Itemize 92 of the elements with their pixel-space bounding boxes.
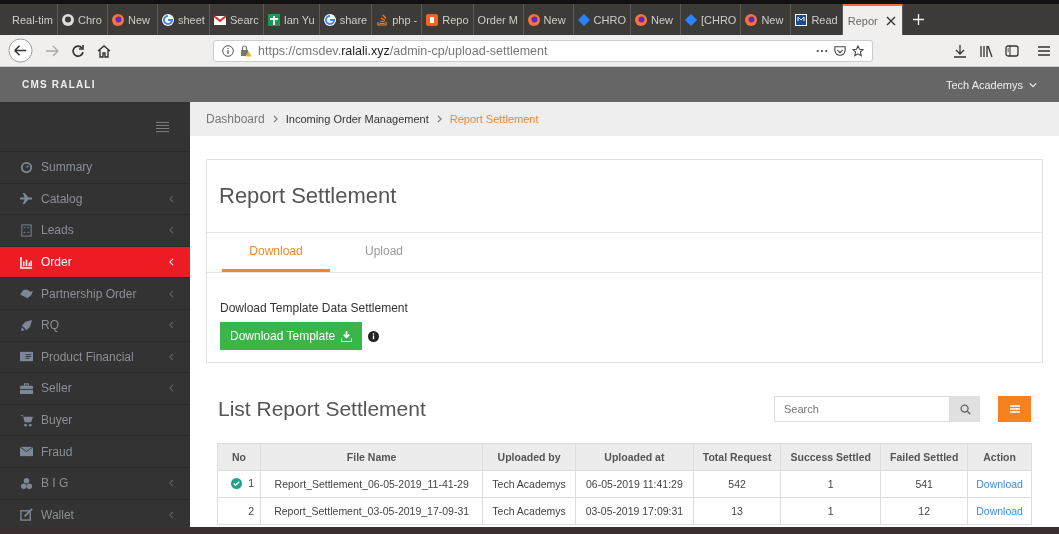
caret-icon	[169, 510, 174, 519]
sheet-icon	[267, 13, 280, 26]
library-icon[interactable]	[979, 43, 993, 58]
badge-icon	[795, 13, 808, 26]
table-cell: Report_Settlement_06-05-2019_11-41-29	[274, 478, 469, 490]
table-cell: 1	[248, 477, 254, 490]
sidebar-item[interactable]: Summary	[0, 152, 190, 184]
table-cell: Report_Settlement_03-05-2019_17-09-31	[274, 505, 470, 517]
back-icon[interactable]	[8, 38, 33, 63]
section-label: Dowload Template Data Settlement	[220, 301, 409, 315]
caret-icon[interactable]	[1029, 81, 1037, 88]
table-cell: 2	[248, 505, 254, 517]
browser-tab[interactable]: Repor	[842, 4, 903, 35]
info-icon	[222, 44, 234, 57]
table-cell: 541	[915, 478, 933, 490]
caret-icon	[169, 289, 174, 298]
sliders-icon	[1008, 403, 1021, 415]
envelope-icon	[20, 445, 33, 459]
table-cell: 1	[827, 505, 834, 517]
column-header: Uploaded at	[575, 443, 694, 471]
caret-icon	[169, 258, 174, 267]
diamond-icon	[684, 13, 697, 26]
caret-icon	[169, 384, 174, 393]
sidebar-icon[interactable]	[1005, 43, 1019, 58]
gauge-icon	[20, 160, 33, 174]
diamond-icon	[577, 13, 590, 26]
column-header: Success Settled	[780, 443, 881, 471]
firefox-icon	[634, 13, 647, 26]
brand-logo[interactable]: CMS RALALI	[22, 79, 96, 90]
home-icon[interactable]	[97, 43, 111, 58]
caret-icon	[169, 321, 174, 330]
download-icon	[341, 330, 353, 342]
table-cell: Tech Academys	[492, 505, 566, 517]
table-cell: 13	[731, 505, 743, 517]
sidebar-item[interactable]: Fraud	[0, 436, 190, 468]
menu-icon[interactable]	[1037, 43, 1051, 58]
table-cell: Tech Academys	[492, 478, 566, 490]
briefcase-icon	[20, 381, 33, 395]
sidebar-item[interactable]: Product Financial	[0, 341, 190, 374]
column-header: Uploaded by	[482, 443, 576, 471]
firefox-icon	[527, 13, 540, 26]
table-cell: 06-05-2019 11:41:29	[586, 478, 683, 490]
sidebar-item[interactable]: Order	[0, 246, 190, 279]
table-cell: 03-05-2019 17:09:31	[585, 505, 684, 517]
chevron-icon	[272, 115, 278, 123]
column-header: Action	[967, 443, 1032, 471]
badge-icon	[426, 13, 439, 26]
section-title: List Report Settlement	[218, 397, 426, 421]
table-cell: 12	[918, 505, 931, 517]
breadcrumb-link[interactable]: Dashboard	[206, 112, 265, 126]
firefox-icon	[745, 13, 758, 26]
reload-icon[interactable]	[71, 43, 85, 58]
google-icon	[162, 13, 174, 26]
column-header: Total Request	[693, 443, 781, 471]
mail-icon	[213, 13, 226, 26]
sidebar-item[interactable]: Leads	[0, 215, 190, 247]
info-icon[interactable]	[368, 330, 380, 342]
search-field[interactable]: Search	[774, 396, 950, 422]
star-icon[interactable]	[852, 44, 864, 57]
search-button[interactable]	[950, 396, 980, 422]
sidebar-item[interactable]: Seller	[0, 373, 190, 405]
column-header: No	[217, 443, 261, 471]
edit-icon	[20, 508, 33, 522]
firefox-icon	[112, 13, 124, 26]
pocket-icon[interactable]	[834, 44, 846, 57]
menu-icon[interactable]	[156, 120, 169, 133]
download-template-button[interactable]: Download Template	[220, 322, 363, 350]
cart-icon	[20, 413, 33, 427]
table-cell: 542	[728, 478, 746, 490]
table-cell: 1	[827, 478, 834, 490]
close-icon[interactable]	[885, 15, 896, 26]
caret-icon	[169, 479, 174, 488]
user-menu[interactable]: Tech Academys	[945, 78, 1023, 91]
new-tab-icon[interactable]	[912, 14, 924, 25]
tab[interactable]: Upload	[330, 233, 438, 272]
chevron-icon	[436, 115, 442, 123]
caret-icon	[169, 194, 174, 203]
lock-warning-icon	[240, 44, 252, 57]
chart-icon	[20, 255, 33, 269]
search-icon	[959, 403, 971, 415]
card-title: Report Settlement	[219, 183, 397, 209]
caret-icon	[169, 226, 174, 235]
column-header: Failed Settled	[880, 443, 968, 471]
breadcrumb-link[interactable]: Incoming Order Management	[285, 113, 429, 125]
stack-icon	[376, 13, 389, 26]
download-icon[interactable]	[953, 43, 967, 58]
card-icon	[20, 350, 33, 364]
caret-icon	[169, 352, 174, 361]
address-bar[interactable]: https://cmsdev.ralali.xyz/admin-cp/upload-settlement	[213, 39, 873, 62]
google-icon	[323, 13, 336, 26]
column-header: File Name	[260, 443, 483, 471]
plane-icon	[20, 192, 33, 206]
